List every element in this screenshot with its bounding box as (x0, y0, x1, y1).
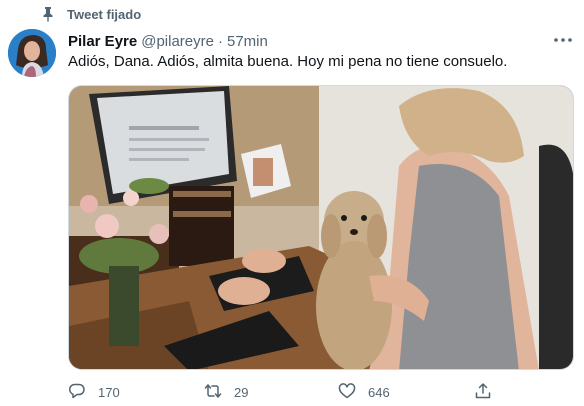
reply-count: 170 (98, 384, 120, 400)
pin-icon (40, 6, 56, 22)
author-display-name[interactable]: Pilar Eyre (68, 33, 137, 50)
author-handle[interactable]: @pilareyre (141, 33, 214, 50)
tweet-header: Pilar Eyre @pilareyre · 57min (68, 31, 268, 51)
more-dots-icon (553, 30, 573, 48)
like-button[interactable]: 646 (338, 380, 390, 404)
avatar[interactable] (8, 29, 56, 77)
tweet-actions: 170 29 646 (68, 380, 508, 404)
retweet-button[interactable]: 29 (204, 380, 248, 404)
reply-icon (68, 382, 86, 403)
pinned-label: Tweet fijado (67, 7, 142, 22)
share-icon (474, 382, 492, 403)
tweet-photo[interactable] (68, 85, 574, 370)
tweet-text: Adiós, Dana. Adiós, almita buena. Hoy mi… (68, 53, 508, 70)
retweet-count: 29 (234, 384, 249, 400)
header-separator: · (217, 32, 223, 50)
like-count: 646 (368, 384, 390, 400)
more-options-button[interactable] (548, 26, 578, 52)
retweet-icon (204, 382, 222, 403)
heart-icon (338, 382, 356, 403)
reply-button[interactable]: 170 (68, 380, 120, 404)
share-button[interactable] (474, 380, 492, 404)
tweet-timestamp[interactable]: 57min (227, 33, 268, 50)
